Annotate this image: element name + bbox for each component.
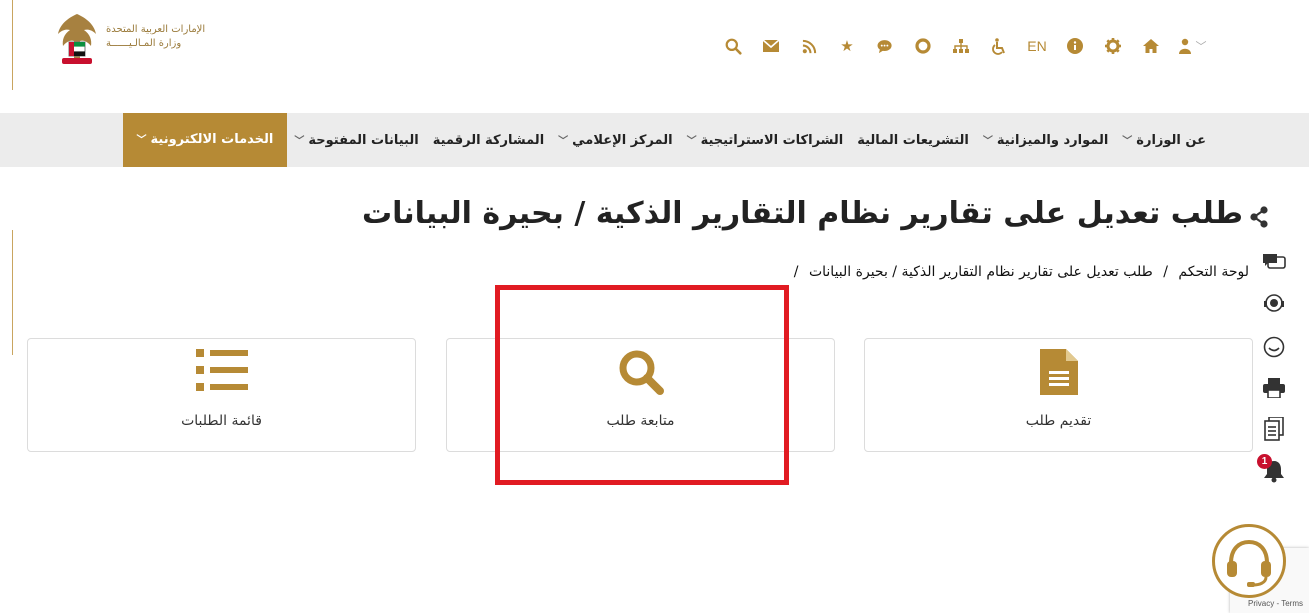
list-icon	[195, 349, 248, 391]
support-headset-button[interactable]	[1212, 524, 1286, 598]
decorative-line	[12, 0, 13, 90]
nav-item-about[interactable]: عن الوزارة﹀	[1115, 132, 1213, 148]
document-copy-icon[interactable]	[1261, 416, 1287, 442]
language-toggle[interactable]: EN	[1022, 34, 1052, 58]
nav-item-strategic-partnerships[interactable]: الشراكات الاستراتيجية﹀	[680, 132, 851, 148]
breadcrumb-current: طلب تعديل على تقارير نظام التقارير الذكي…	[808, 264, 1153, 280]
card-label: قائمة الطلبات	[181, 413, 262, 429]
accessibility-icon[interactable]	[984, 34, 1014, 58]
gear-icon[interactable]	[1098, 34, 1128, 58]
nav-item-label: الخدمات الالكترونية	[150, 132, 274, 147]
search-icon[interactable]	[718, 34, 748, 58]
ministry-logo[interactable]: الإمارات العربية المتحدة وزارة المـالـيـ…	[54, 12, 214, 68]
nav-item-label: الشراكات الاستراتيجية	[700, 133, 844, 148]
decorative-line	[12, 230, 13, 355]
notification-badge: 1	[1257, 454, 1272, 469]
chatbot-icon[interactable]	[1261, 290, 1287, 316]
nav-item-eservices[interactable]: الخدمات الالكترونية﹀	[122, 113, 288, 167]
info-icon[interactable]	[1060, 34, 1090, 58]
nav-item-label: المشاركة الرقمية	[432, 132, 545, 148]
nav-item-open-data[interactable]: البيانات المفتوحة﹀	[287, 132, 425, 148]
nav-item-financial-legislation[interactable]: التشريعات المالية	[850, 133, 976, 148]
logo-text-country: الإمارات العربية المتحدة	[106, 24, 206, 35]
mail-icon[interactable]	[756, 34, 786, 58]
page-title: طلب تعديل على تقارير نظام التقارير الذكي…	[361, 196, 1243, 231]
chevron-down-icon: ﹀	[982, 136, 993, 147]
headset-icon	[1227, 539, 1271, 587]
chevron-down-icon: ﹀	[558, 136, 569, 147]
recaptcha-links[interactable]: Privacy - Terms	[1248, 599, 1303, 608]
chevron-down-icon: ﹀	[686, 136, 697, 147]
nav-item-label: التشريعات المالية	[857, 132, 969, 148]
support-ring-icon[interactable]	[908, 34, 938, 58]
nav-item-label: البيانات المفتوحة	[308, 133, 419, 148]
nav-item-media-center[interactable]: المركز الإعلامي﹀	[551, 132, 679, 148]
chevron-down-icon: ﹀	[294, 136, 305, 147]
chevron-down-icon: ﹀	[1195, 40, 1207, 53]
user-menu[interactable]: ﹀	[1174, 34, 1210, 58]
breadcrumb-separator: /	[1163, 264, 1168, 280]
user-icon	[1178, 38, 1191, 54]
chevron-down-icon: ﹀	[1122, 136, 1133, 147]
feedback-chat-icon[interactable]	[1261, 250, 1287, 276]
breadcrumb-separator: /	[793, 264, 799, 280]
nav-item-label: المركز الإعلامي	[572, 133, 673, 148]
sitemap-icon[interactable]	[946, 34, 976, 58]
share-icon[interactable]	[1249, 205, 1269, 229]
print-icon[interactable]	[1261, 375, 1287, 401]
star-icon[interactable]: ★	[832, 34, 862, 58]
nav-item-digital-participation[interactable]: المشاركة الرقمية	[426, 133, 551, 148]
nav-item-label: عن الوزارة	[1136, 133, 1206, 148]
smiley-icon[interactable]	[1261, 334, 1287, 360]
requests-list-card[interactable]: قائمة الطلبات	[27, 338, 416, 452]
chat-icon[interactable]	[870, 34, 900, 58]
breadcrumb-home[interactable]: لوحة التحكم	[1178, 264, 1249, 280]
top-toolbar: ★ EN ﹀	[718, 34, 1218, 58]
nav-item-resources-budget[interactable]: الموارد والميزانية﹀	[976, 132, 1115, 148]
home-icon[interactable]	[1136, 34, 1166, 58]
uae-emblem-icon	[58, 14, 96, 64]
rss-icon[interactable]	[794, 34, 824, 58]
notification-bell-icon[interactable]: 1	[1257, 454, 1287, 484]
main-navigation: عن الوزارة﹀ الموارد والميزانية﹀ التشريعا…	[0, 113, 1309, 167]
highlight-box	[495, 285, 789, 485]
logo-text-ministry: وزارة المـالـيــــــة	[106, 38, 182, 49]
chevron-down-icon: ﹀	[136, 135, 147, 146]
nav-item-label: الموارد والميزانية	[996, 133, 1109, 148]
card-label: تقديم طلب	[1025, 413, 1092, 429]
submit-request-card[interactable]: تقديم طلب	[864, 338, 1253, 452]
document-icon	[1039, 349, 1078, 395]
breadcrumb: لوحة التحكم / طلب تعديل على تقارير نظام …	[788, 264, 1249, 280]
